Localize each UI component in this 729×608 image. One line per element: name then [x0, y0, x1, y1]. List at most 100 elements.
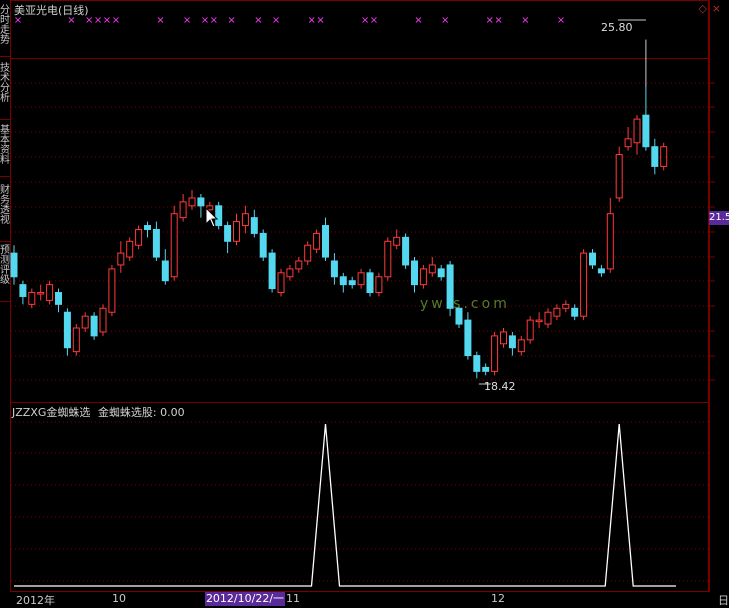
candle-body — [571, 307, 579, 317]
candle-body — [197, 197, 205, 207]
indicator-signal-line — [14, 423, 676, 587]
candle-body — [286, 268, 294, 278]
candlestick-series — [10, 87, 668, 379]
indicator-title: JZZXG金蜘蛛选 金蜘蛛选股: 0.00 — [12, 404, 189, 420]
candle-body — [224, 225, 232, 242]
signal-marker: × — [156, 15, 164, 26]
candle-body — [491, 335, 499, 372]
high-price-label: 25.80 — [601, 21, 633, 34]
candle-body — [179, 201, 187, 219]
candle-body — [473, 355, 481, 372]
signal-marker: × — [94, 15, 102, 26]
candle-body — [259, 232, 267, 258]
candle-body — [295, 260, 303, 270]
indicator-name: JZZXG金蜘蛛选 — [12, 406, 91, 419]
signal-marker: × — [494, 15, 502, 26]
candle-body — [330, 260, 338, 278]
signal-marker: × — [183, 15, 191, 26]
candle-body — [482, 366, 490, 372]
date-label-right: 日 — [718, 594, 729, 607]
candle-body — [419, 268, 427, 286]
mouse-cursor-icon — [205, 207, 219, 228]
diamond-icon[interactable]: ◇ — [699, 2, 707, 15]
watermark: yw s.com — [420, 296, 510, 312]
candle-body — [562, 303, 570, 309]
candle-body — [464, 319, 472, 357]
candle-body — [126, 240, 134, 258]
candle-body — [348, 280, 356, 286]
candle-body — [90, 315, 98, 337]
candle-body — [250, 217, 258, 234]
candle-body — [384, 240, 392, 278]
signal-marker: × — [227, 15, 235, 26]
candle-body — [357, 272, 365, 286]
candle-body — [660, 146, 668, 167]
candle-body — [589, 252, 596, 266]
signal-markers: × × × × × × × × × × × × × × × × × × × × × × × — [14, 15, 565, 26]
chart-title: 美亚光电(日线) — [14, 4, 89, 17]
candle-body — [339, 276, 347, 286]
candle-body — [161, 260, 169, 282]
candle-body — [117, 252, 125, 266]
candle-body — [170, 213, 178, 278]
candle-body — [135, 228, 143, 246]
candle-body — [313, 232, 321, 250]
candle-body — [304, 244, 312, 262]
signal-marker: × — [414, 15, 422, 26]
candle-body — [500, 331, 507, 345]
candle-body — [46, 284, 54, 301]
candle-body — [615, 154, 623, 199]
signal-marker: × — [316, 15, 324, 26]
candle-body — [597, 268, 605, 274]
signal-marker: × — [361, 15, 369, 26]
candle-body — [624, 138, 632, 148]
candle-body — [375, 276, 383, 294]
candle-body — [233, 221, 240, 242]
signal-marker: × — [272, 15, 280, 26]
date-label-dec: 12 — [491, 592, 505, 605]
signal-marker: × — [370, 15, 378, 26]
cursor-date-label: 2012/10/22/一 — [205, 592, 285, 606]
candle-body — [241, 213, 249, 227]
date-label-oct: 10 — [112, 592, 126, 605]
candle-body — [411, 260, 418, 286]
date-label-year: 2012年 — [16, 594, 55, 607]
candle-body — [526, 319, 534, 341]
candle-body — [428, 264, 436, 274]
candle-body — [517, 339, 525, 353]
close-icon[interactable]: × — [712, 2, 721, 15]
candle-body — [544, 311, 552, 325]
signal-marker: × — [486, 15, 494, 26]
indicator-value: 金蜘蛛选股: 0.00 — [97, 406, 185, 419]
signal-line — [14, 423, 676, 587]
candle-body — [580, 252, 588, 317]
current-price-tag: 21.5 — [709, 211, 729, 225]
candle-body — [55, 292, 62, 305]
signal-marker: × — [103, 15, 111, 26]
candle-body — [437, 268, 445, 278]
signal-marker: × — [308, 15, 316, 26]
candle-body — [28, 292, 36, 305]
candle-body — [606, 213, 614, 270]
candle-body — [37, 292, 45, 295]
candle-body — [277, 272, 285, 294]
candle-body — [152, 228, 160, 258]
candle-body — [366, 272, 374, 294]
candle-body — [402, 236, 410, 266]
date-label-nov: 11 — [286, 592, 300, 605]
candle-body — [19, 284, 27, 297]
candle-body — [651, 146, 659, 167]
signal-marker: × — [112, 15, 120, 26]
signal-marker: × — [521, 15, 529, 26]
candle-body — [72, 327, 80, 353]
signal-marker: × — [201, 15, 209, 26]
low-price-label: 18.42 — [484, 380, 516, 393]
chart-grid — [10, 0, 715, 592]
candle-body — [322, 225, 329, 258]
signal-marker: × — [254, 15, 262, 26]
candle-body — [642, 114, 650, 148]
candle-body — [99, 307, 107, 333]
stock-chart[interactable]: × × × × × × × × × × × × × × × × × × × × × × × — [0, 0, 729, 607]
candle-body — [508, 335, 516, 349]
candle-body — [144, 225, 151, 230]
